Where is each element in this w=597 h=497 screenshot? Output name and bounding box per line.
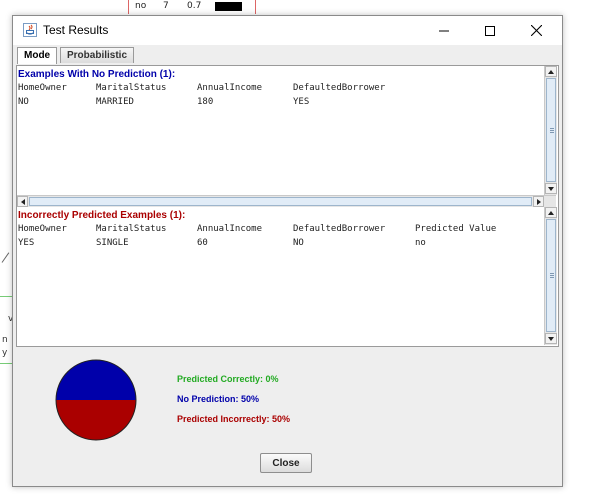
h-scroll-thumb[interactable]	[29, 197, 532, 206]
bg-connector-line	[1, 252, 10, 263]
results-pie-chart	[55, 359, 137, 441]
no-prediction-title: Examples With No Prediction (1):	[18, 69, 176, 80]
table-cell: no	[415, 238, 426, 248]
results-panel: Examples With No Prediction (1): HomeOwn…	[16, 65, 559, 347]
pie-slice-no-prediction	[56, 360, 136, 400]
column-header: MaritalStatus	[96, 83, 167, 93]
arrow-down-icon	[548, 186, 554, 191]
legend-incorrect: Predicted Incorrectly: 50%	[177, 414, 291, 424]
test-results-window: Test Results Mode Probabilistic Examples…	[12, 15, 563, 487]
table-cell: YES	[18, 238, 35, 248]
arrow-up-icon	[548, 210, 554, 215]
bg-node-text: n	[2, 335, 8, 345]
minimize-icon	[439, 30, 449, 31]
minimize-button[interactable]	[421, 16, 467, 45]
table-cell: NO	[293, 238, 304, 248]
arrow-left-icon	[20, 198, 25, 205]
no-prediction-section: Examples With No Prediction (1): HomeOwn…	[17, 66, 544, 195]
arrow-up-icon	[548, 69, 554, 74]
table-cell: MARRIED	[96, 97, 134, 107]
table-cell: 60	[197, 238, 208, 248]
scroll-thumb[interactable]	[546, 219, 556, 332]
grip-line	[550, 275, 554, 276]
close-window-button[interactable]	[513, 16, 559, 45]
column-header: Predicted Value	[415, 224, 497, 234]
tab-mode[interactable]: Mode	[17, 47, 58, 64]
scroll-down-button[interactable]	[545, 333, 557, 344]
incorrect-section: Incorrectly Predicted Examples (1): Home…	[17, 207, 544, 345]
grip-line	[550, 128, 554, 129]
scroll-left-button[interactable]	[17, 196, 28, 207]
java-app-icon	[23, 23, 37, 37]
close-button[interactable]: Close	[260, 453, 312, 473]
tab-probabilistic[interactable]: Probabilistic	[60, 47, 135, 63]
legend-no-prediction: No Prediction: 50%	[177, 394, 260, 404]
table-cell: YES	[293, 97, 310, 107]
bg-black-bar	[215, 2, 242, 11]
column-header: DefaultedBorrower	[293, 83, 386, 93]
window-title: Test Results	[43, 23, 109, 37]
table-cell: SINGLE	[96, 238, 129, 248]
scroll-right-button[interactable]	[533, 196, 544, 207]
scroll-up-button[interactable]	[545, 207, 557, 218]
statistics-area: Predicted Correctly: 0% No Prediction: 5…	[13, 346, 562, 486]
maximize-icon	[485, 25, 495, 36]
table-cell: 180	[197, 97, 214, 107]
arrow-down-icon	[548, 336, 554, 341]
column-header: AnnualIncome	[197, 224, 263, 234]
legend-correct: Predicted Correctly: 0%	[177, 374, 279, 384]
grip-line	[550, 130, 554, 131]
bg-cell: 0.7	[187, 1, 202, 11]
close-icon	[530, 25, 542, 36]
column-header: HomeOwner	[18, 83, 67, 93]
scroll-up-button[interactable]	[545, 66, 557, 77]
background-table-row: no 7 0.7	[128, 0, 256, 14]
bg-cell: no	[135, 1, 147, 11]
grip-line	[550, 132, 554, 133]
incorrect-title: Incorrectly Predicted Examples (1):	[18, 210, 186, 221]
grip-line	[550, 273, 554, 274]
pie-slice-predicted-incorrectly	[56, 400, 136, 440]
table-cell: NO	[18, 97, 29, 107]
vertical-scrollbar-2[interactable]	[544, 207, 557, 345]
maximize-button[interactable]	[467, 16, 513, 45]
bg-node-text: y	[2, 348, 8, 358]
column-header: MaritalStatus	[96, 224, 167, 234]
title-bar[interactable]: Test Results	[13, 16, 562, 45]
column-header: HomeOwner	[18, 224, 67, 234]
horizontal-scrollbar[interactable]	[17, 195, 556, 207]
grip-line	[550, 277, 554, 278]
arrow-right-icon	[536, 198, 541, 205]
scroll-down-button[interactable]	[545, 183, 557, 194]
scroll-thumb[interactable]	[546, 78, 556, 182]
vertical-scrollbar[interactable]	[544, 66, 557, 195]
column-header: AnnualIncome	[197, 83, 263, 93]
bg-cell: 7	[163, 1, 169, 11]
column-header: DefaultedBorrower	[293, 224, 386, 234]
